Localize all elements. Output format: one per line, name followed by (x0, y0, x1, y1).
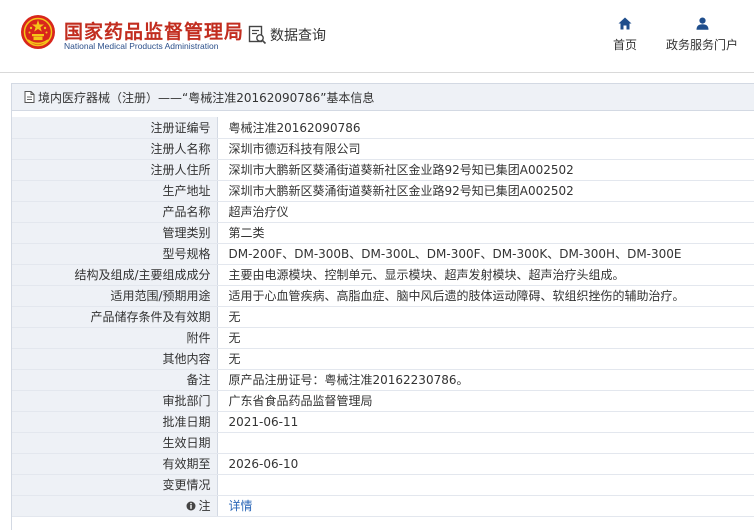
table-row: 变更情况 (12, 474, 754, 496)
field-label: 有效期至 (12, 453, 218, 475)
table-row: 型号规格 DM-200F、DM-300B、DM-300L、DM-300F、DM-… (12, 243, 754, 265)
field-value: 粤械注准20162090786 (217, 117, 754, 139)
table-row: 附件 无 (12, 327, 754, 349)
field-label: 产品名称 (12, 201, 218, 223)
field-value: 无 (217, 327, 754, 349)
table-row: 结构及组成/主要组成成分 主要由电源模块、控制单元、显示模块、超声发射模块、超声… (12, 264, 754, 286)
table-row: 管理类别 第二类 (12, 222, 754, 244)
site-subtitle: National Medical Products Administration (64, 41, 219, 51)
field-value: 原产品注册证号：粤械注准20162230786。 (217, 369, 754, 391)
national-emblem-icon (21, 15, 55, 49)
field-label: 产品储存条件及有效期 (12, 306, 218, 328)
table-row: 批准日期 2021-06-11 (12, 411, 754, 433)
field-value: 2021-06-11 (217, 411, 754, 433)
table-row: 产品名称 超声治疗仪 (12, 201, 754, 223)
table-row: 适用范围/预期用途 适用于心血管疾病、高脂血症、脑中风后遗的肢体运动障碍、软组织… (12, 285, 754, 307)
field-label: 变更情况 (12, 474, 218, 496)
home-icon (618, 17, 632, 30)
table-row: 生产地址 深圳市大鹏新区葵涌街道葵新社区金业路92号知已集团A002502 (12, 180, 754, 202)
data-search-icon (248, 25, 267, 45)
info-table: 注册证编号 粤械注准20162090786 注册人名称 深圳市德迈科技有限公司 … (12, 117, 754, 517)
site-header: 国家药品监督管理局 National Medical Products Admi… (0, 0, 754, 72)
table-row: 注册证编号 粤械注准20162090786 (12, 117, 754, 139)
nav-service-portal-label: 政务服务门户 (665, 38, 738, 52)
field-value: 第二类 (217, 222, 754, 244)
field-value: 无 (217, 306, 754, 328)
table-row: 备注 原产品注册证号：粤械注准20162230786。 (12, 369, 754, 391)
field-label: 适用范围/预期用途 (12, 285, 218, 307)
field-label: 管理类别 (12, 222, 218, 244)
nav-home[interactable]: 首页 (612, 17, 638, 53)
field-label: 备注 (12, 369, 218, 391)
note-label: 注 (198, 499, 211, 513)
nav-home-label: 首页 (612, 38, 637, 52)
field-label: 注册证编号 (12, 117, 218, 139)
details-link[interactable]: 详情 (229, 499, 253, 513)
site-title[interactable]: 国家药品监督管理局 (64, 17, 244, 44)
field-value: 深圳市德迈科技有限公司 (217, 138, 754, 160)
field-value: 适用于心血管疾病、高脂血症、脑中风后遗的肢体运动障碍、软组织挫伤的辅助治疗。 (217, 285, 754, 307)
table-row: 其他内容 无 (12, 348, 754, 370)
header-divider (0, 72, 754, 73)
detail-panel: 境内医疗器械（注册）——“粤械注准20162090786”基本信息 注册证编号 … (11, 83, 754, 530)
table-row: 产品储存条件及有效期 无 (12, 306, 754, 328)
field-label: 其他内容 (12, 348, 218, 370)
field-value: 深圳市大鹏新区葵涌街道葵新社区金业路92号知已集团A002502 (217, 180, 754, 202)
field-value: 无 (217, 348, 754, 370)
field-value (217, 432, 754, 454)
field-label: 结构及组成/主要组成成分 (12, 264, 218, 286)
table-row: 生效日期 (12, 432, 754, 454)
field-label: 生产地址 (12, 180, 218, 202)
field-value: 深圳市大鹏新区葵涌街道葵新社区金业路92号知已集团A002502 (217, 159, 754, 181)
breadcrumb-text: 境内医疗器械（注册）——“粤械注准20162090786”基本信息 (38, 90, 375, 105)
field-label: 审批部门 (12, 390, 218, 412)
field-label: 批准日期 (12, 411, 218, 433)
table-row: 注册人名称 深圳市德迈科技有限公司 (12, 138, 754, 160)
field-value (217, 474, 754, 496)
field-value: 2026-06-10 (217, 453, 754, 475)
field-value: 主要由电源模块、控制单元、显示模块、超声发射模块、超声治疗头组成。 (217, 264, 754, 286)
field-label: 型号规格 (12, 243, 218, 265)
info-icon (186, 501, 196, 510)
field-value: 详情 (217, 495, 754, 517)
breadcrumb: 境内医疗器械（注册）——“粤械注准20162090786”基本信息 (12, 84, 754, 111)
table-row: 有效期至 2026-06-10 (12, 453, 754, 475)
field-value: DM-200F、DM-300B、DM-300L、DM-300F、DM-300K、… (217, 243, 754, 265)
field-label: 附件 (12, 327, 218, 349)
data-query-label: 数据查询 (270, 28, 326, 44)
field-label: 生效日期 (12, 432, 218, 454)
field-label: 注册人名称 (12, 138, 218, 160)
data-query-link[interactable]: 数据查询 (248, 24, 326, 46)
table-row: 注 详情 (12, 495, 754, 517)
field-label-note: 注 (12, 495, 218, 517)
user-icon (696, 17, 708, 30)
field-value: 广东省食品药品监督管理局 (217, 390, 754, 412)
nav-service-portal[interactable]: 政务服务门户 (664, 17, 740, 53)
field-label: 注册人住所 (12, 159, 218, 181)
document-icon (24, 91, 35, 103)
table-row: 注册人住所 深圳市大鹏新区葵涌街道葵新社区金业路92号知已集团A002502 (12, 159, 754, 181)
field-value: 超声治疗仪 (217, 201, 754, 223)
table-row: 审批部门 广东省食品药品监督管理局 (12, 390, 754, 412)
